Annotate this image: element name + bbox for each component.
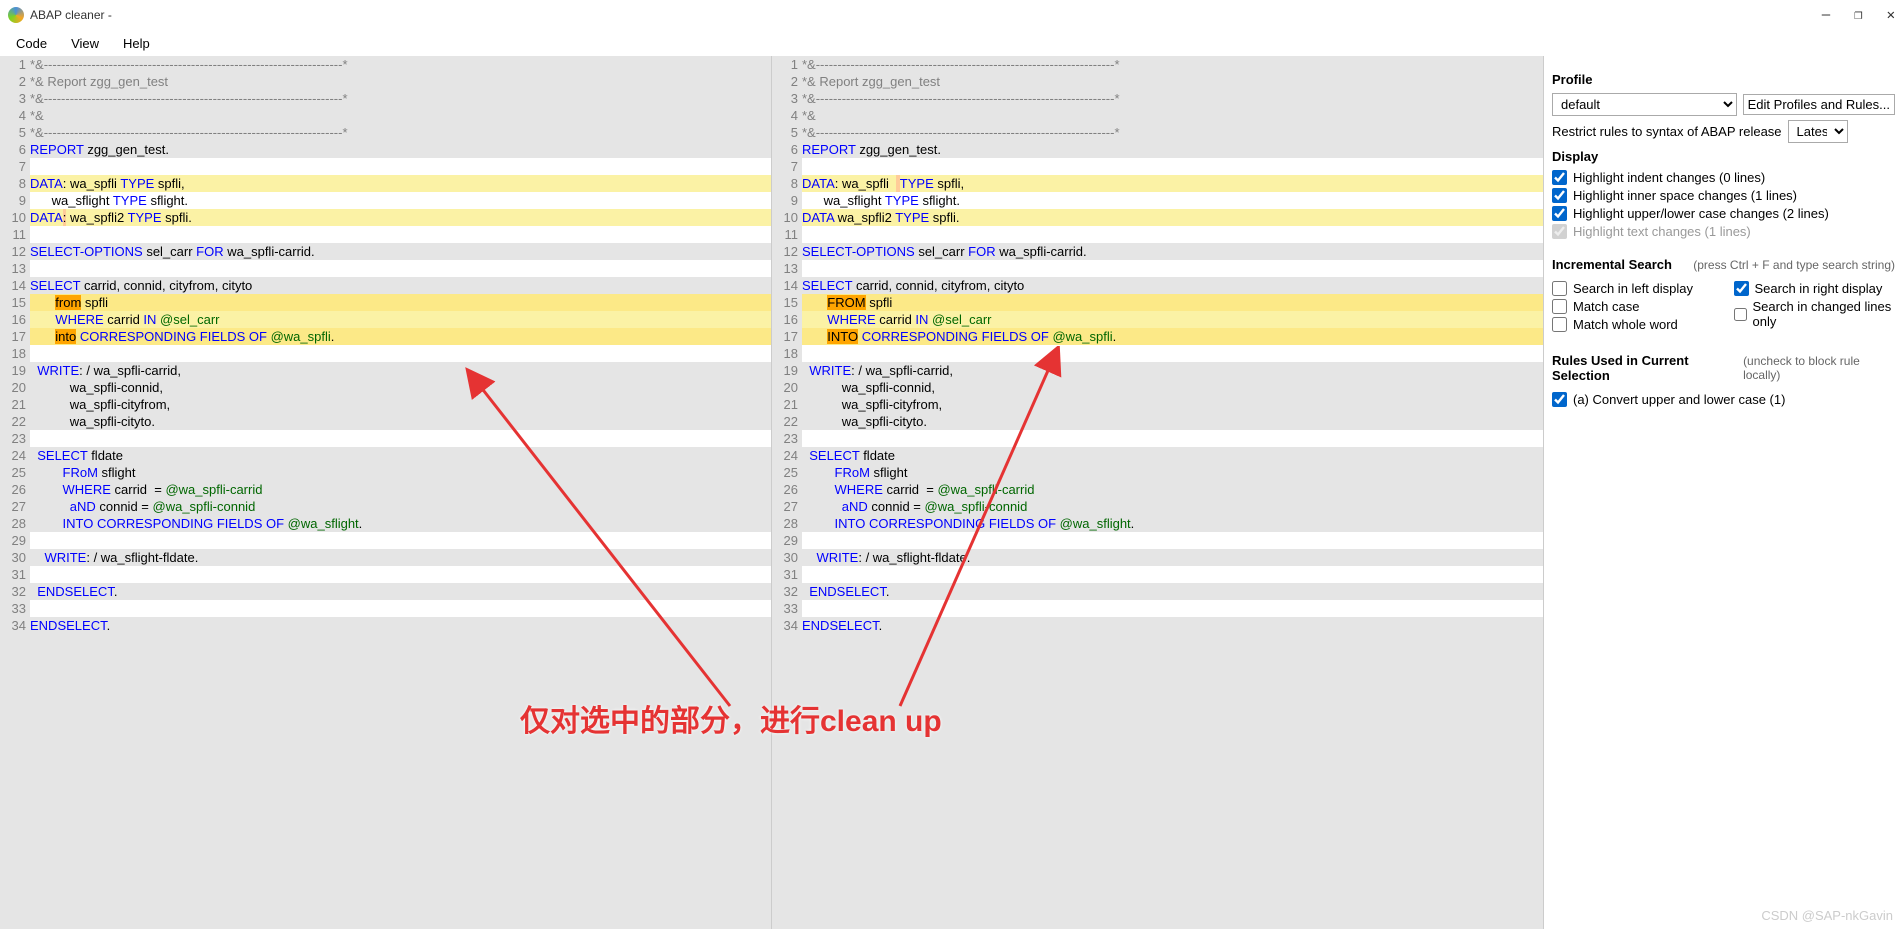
profile-select[interactable]: default bbox=[1552, 93, 1737, 116]
minimize-button[interactable]: — bbox=[1822, 7, 1830, 23]
search-right-check[interactable]: Search in right display bbox=[1734, 281, 1896, 296]
titlebar: ABAP cleaner - — ❐ ✕ bbox=[0, 0, 1903, 30]
abap-release-select[interactable]: Latest bbox=[1788, 120, 1848, 143]
menubar: Code View Help bbox=[0, 30, 1903, 56]
rules-hint: (uncheck to block rule locally) bbox=[1743, 354, 1895, 382]
hl-case-check[interactable]: Highlight upper/lower case changes (2 li… bbox=[1552, 206, 1895, 221]
window-title: ABAP cleaner - bbox=[30, 8, 112, 22]
left-editor[interactable]: 1234567891011121314151617181920212223242… bbox=[0, 56, 772, 929]
restrict-label: Restrict rules to syntax of ABAP release bbox=[1552, 124, 1782, 139]
display-heading: Display bbox=[1552, 149, 1895, 164]
menu-code[interactable]: Code bbox=[6, 33, 57, 54]
search-heading: Incremental Search bbox=[1552, 257, 1672, 272]
right-editor[interactable]: 1234567891011121314151617181920212223242… bbox=[772, 56, 1543, 929]
hl-indent-check[interactable]: Highlight indent changes (0 lines) bbox=[1552, 170, 1895, 185]
watermark: CSDN @SAP-nkGavin bbox=[1761, 908, 1893, 923]
sidebar: Profile default Edit Profiles and Rules.… bbox=[1543, 56, 1903, 929]
search-left-check[interactable]: Search in left display bbox=[1552, 281, 1714, 296]
match-whole-check[interactable]: Match whole word bbox=[1552, 317, 1714, 332]
menu-help[interactable]: Help bbox=[113, 33, 160, 54]
rule-a-check[interactable]: (a) Convert upper and lower case (1) bbox=[1552, 392, 1895, 407]
hl-text-check: Highlight text changes (1 lines) bbox=[1552, 224, 1895, 239]
search-hint: (press Ctrl + F and type search string) bbox=[1693, 258, 1895, 272]
app-icon bbox=[8, 7, 24, 23]
annotation-text: 仅对选中的部分，进行clean up bbox=[520, 696, 942, 740]
hl-inner-check[interactable]: Highlight inner space changes (1 lines) bbox=[1552, 188, 1895, 203]
maximize-button[interactable]: ❐ bbox=[1854, 7, 1862, 23]
edit-profiles-button[interactable]: Edit Profiles and Rules... bbox=[1743, 94, 1895, 115]
match-case-check[interactable]: Match case bbox=[1552, 299, 1714, 314]
search-changed-check[interactable]: Search in changed lines only bbox=[1734, 299, 1896, 329]
rules-heading: Rules Used in Current Selection bbox=[1552, 353, 1743, 383]
close-button[interactable]: ✕ bbox=[1887, 7, 1895, 23]
menu-view[interactable]: View bbox=[61, 33, 109, 54]
profile-heading: Profile bbox=[1552, 72, 1895, 87]
